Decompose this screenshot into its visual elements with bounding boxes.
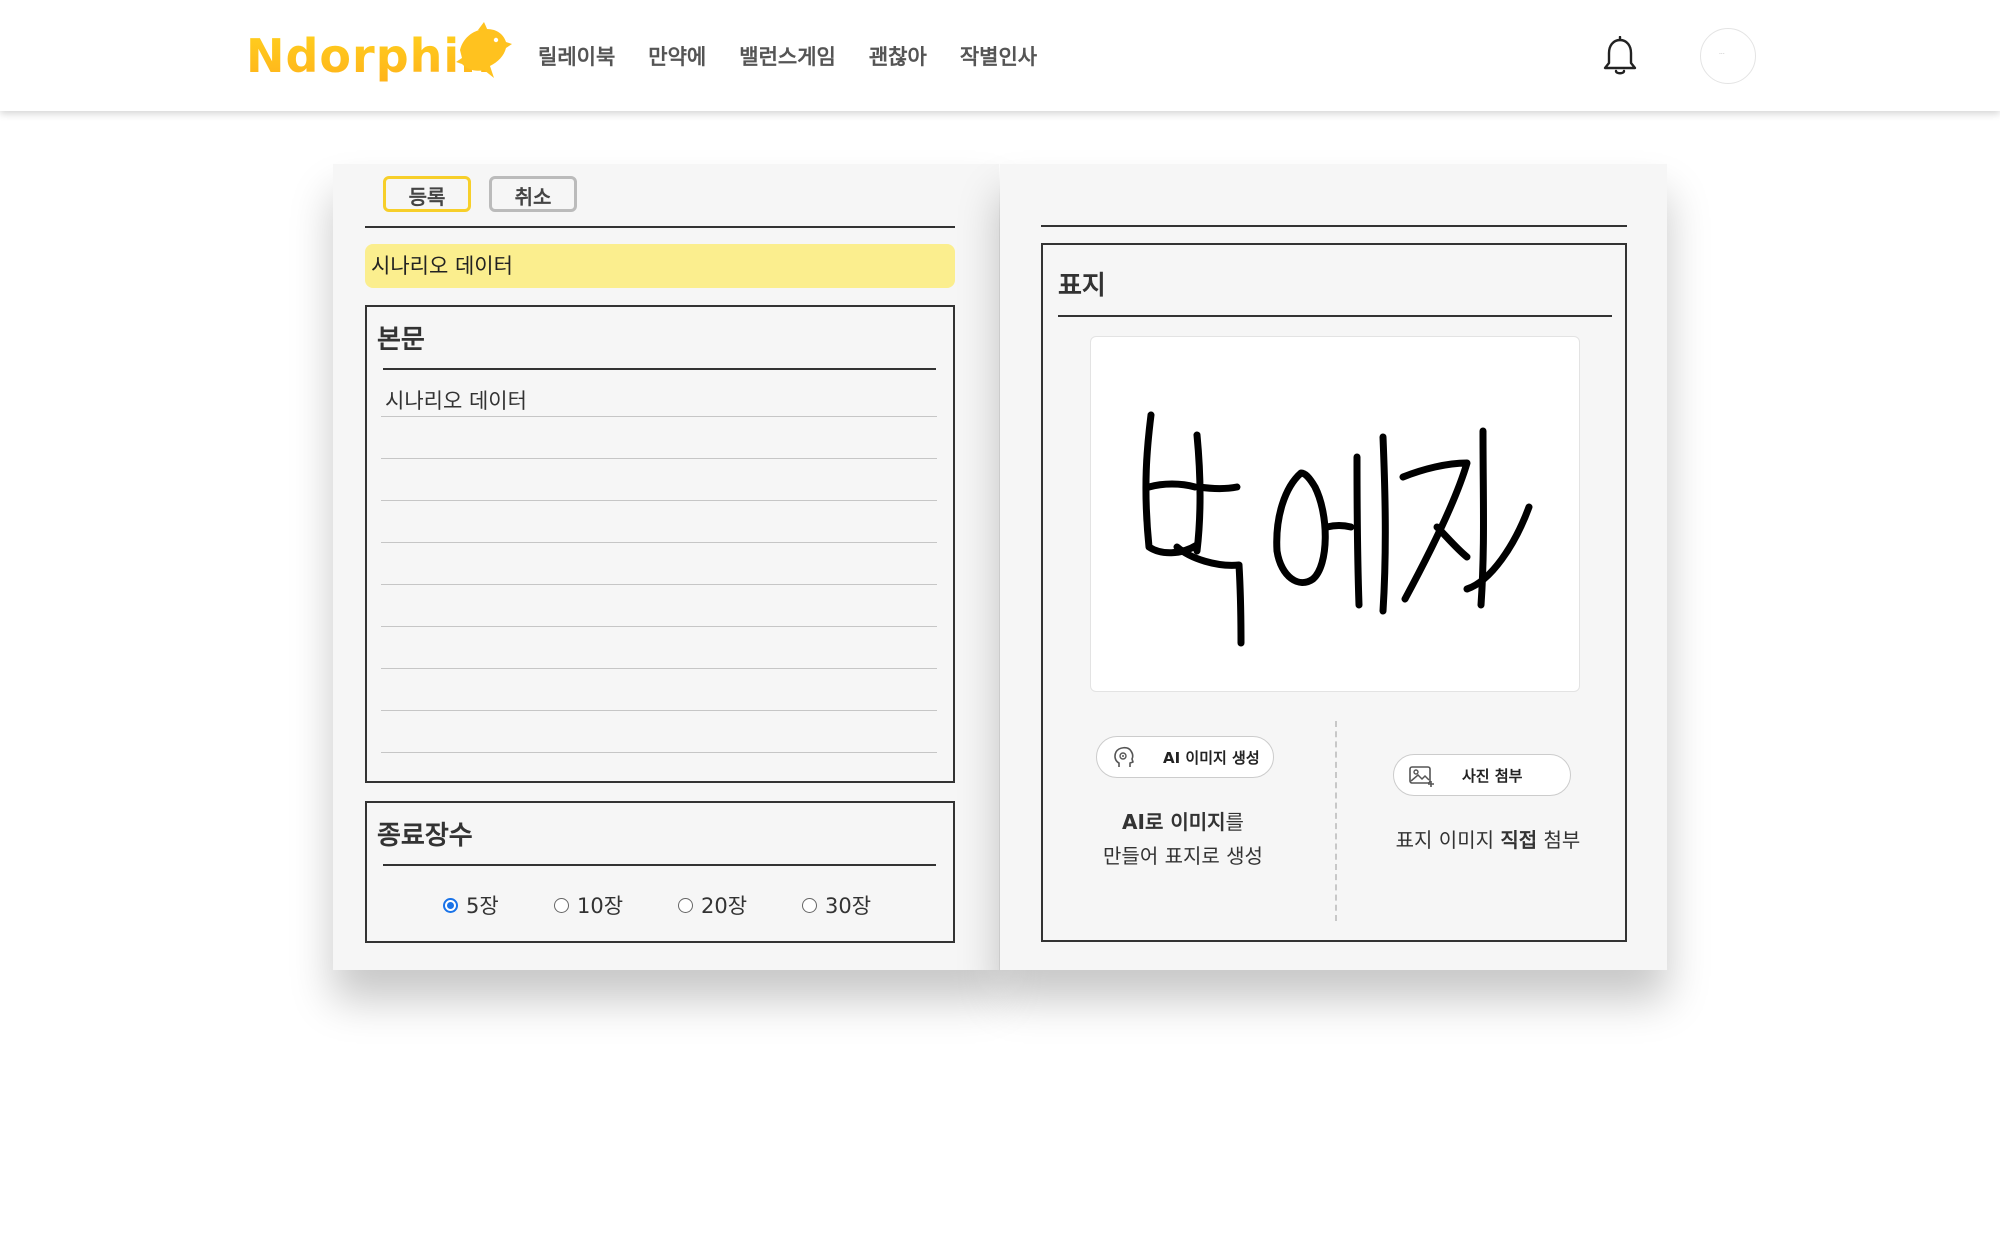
nav-balance-game[interactable]: 밸런스게임 <box>739 41 836 71</box>
ai-image-button[interactable]: AI 이미지 생성 <box>1096 736 1274 778</box>
radio-dot[interactable] <box>554 897 569 913</box>
ruled-line <box>381 711 937 753</box>
register-button[interactable]: 등록 <box>383 176 471 212</box>
body-title: 본문 <box>377 325 425 355</box>
nav-its-okay[interactable]: 괜찮아 <box>869 41 927 71</box>
ruled-line <box>381 417 937 459</box>
nav-what-if[interactable]: 만약에 <box>648 41 706 71</box>
radio-5[interactable]: 5장 <box>443 887 499 923</box>
avatar-dots: ··· <box>1719 51 1725 58</box>
photo-description-bold: 직접 <box>1500 828 1538 852</box>
cover-image[interactable] <box>1090 336 1580 692</box>
radio-label: 5장 <box>466 894 499 918</box>
cover-section: 표지 AI 이미지 생성 AI로 이미지를 만들어 표지로 생성 사진 첨부 표… <box>1041 243 1627 942</box>
ai-brain-icon <box>1114 746 1134 767</box>
end-pages-section: 종료장수 5장 10장 20장 30장 <box>365 801 955 943</box>
nav-relay-book[interactable]: 릴레이북 <box>538 41 615 71</box>
ai-description-line2: 만들어 표지로 생성 <box>1103 844 1263 868</box>
body-section: 본문 시나리오 데이터 <box>365 305 955 783</box>
radio-label: 30장 <box>825 894 872 918</box>
image-add-icon <box>1409 766 1434 787</box>
ruled-line <box>381 543 937 585</box>
title-input[interactable]: 시나리오 데이터 <box>365 244 955 288</box>
ruled-line <box>381 669 937 711</box>
radio-label: 10장 <box>577 894 624 918</box>
handwritten-signature-image <box>1142 411 1533 647</box>
left-page: 등록 취소 시나리오 데이터 본문 시나리오 데이터 종료장수 5장 10장 2… <box>333 164 999 970</box>
main-nav: 릴레이북 만약에 밸런스게임 괜찮아 작별인사 <box>538 0 1070 111</box>
end-pages-title: 종료장수 <box>377 821 473 851</box>
cancel-button[interactable]: 취소 <box>489 176 577 212</box>
divider <box>1058 315 1612 317</box>
radio-dot[interactable] <box>443 897 458 913</box>
ai-description-bold: AI로 이미지 <box>1122 810 1226 834</box>
ai-image-button-label: AI 이미지 생성 <box>1163 749 1260 767</box>
ai-description-line1: AI로 이미지를 <box>1083 805 1283 839</box>
ruled-line <box>381 585 937 627</box>
nav-farewell[interactable]: 작별인사 <box>960 41 1037 71</box>
divider <box>1041 225 1627 227</box>
radio-10[interactable]: 10장 <box>554 887 623 923</box>
divider <box>365 226 955 228</box>
dolphin-icon <box>456 22 512 78</box>
ai-description-suffix: 를 <box>1225 810 1244 834</box>
body-textarea[interactable] <box>381 375 937 753</box>
end-pages-radio-group: 5장 10장 20장 30장 <box>367 887 953 923</box>
avatar[interactable]: ··· <box>1700 28 1756 84</box>
photo-description: 표지 이미지 직접 첨부 <box>1373 823 1603 857</box>
photo-description-pre: 표지 이미지 <box>1395 828 1501 852</box>
right-page: 표지 AI 이미지 생성 AI로 이미지를 만들어 표지로 생성 사진 첨부 표… <box>1000 164 1667 970</box>
radio-label: 20장 <box>701 894 748 918</box>
body-text[interactable]: 시나리오 데이터 <box>385 385 527 415</box>
divider <box>383 368 936 370</box>
top-header: Ndorphin 릴레이북 만약에 밸런스게임 괜찮아 작별인사 ··· <box>0 0 2000 111</box>
ndorphin-logo[interactable]: Ndorphin <box>246 22 512 88</box>
photo-description-post: 첨부 <box>1537 828 1581 852</box>
ruled-line <box>381 627 937 669</box>
attach-photo-button-label: 사진 첨부 <box>1462 767 1523 785</box>
radio-20[interactable]: 20장 <box>678 887 747 923</box>
ai-description: AI로 이미지를 만들어 표지로 생성 <box>1083 805 1283 873</box>
dashed-divider <box>1335 721 1337 921</box>
cover-title: 표지 <box>1058 271 1106 301</box>
radio-dot[interactable] <box>678 897 693 913</box>
attach-photo-button[interactable]: 사진 첨부 <box>1393 754 1571 796</box>
divider <box>383 864 936 866</box>
bell-icon[interactable] <box>1603 36 1637 76</box>
radio-dot[interactable] <box>802 897 817 913</box>
ruled-line <box>381 501 937 543</box>
ruled-line <box>381 459 937 501</box>
radio-30[interactable]: 30장 <box>802 887 871 923</box>
